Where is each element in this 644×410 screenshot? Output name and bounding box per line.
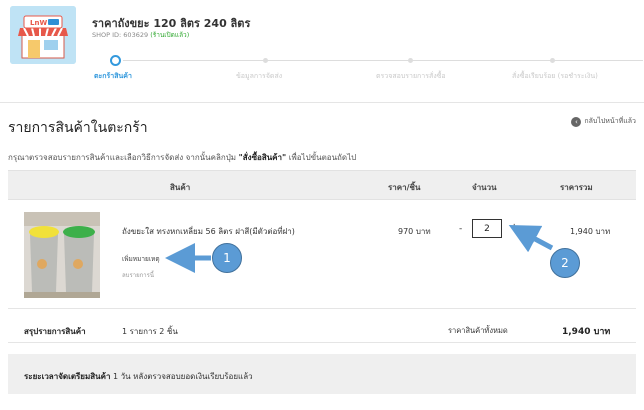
- checkout-stepper: ตะกร้าสินค้า ข้อมูลการจัดส่ง ตรวจสอบรายก…: [0, 52, 644, 86]
- unit-price: 970 บาท: [398, 227, 431, 236]
- back-link[interactable]: ‹ กลับไปหน้าที่แล้ว: [571, 116, 636, 127]
- chevron-left-icon: ‹: [571, 116, 582, 127]
- quantity-increase-button[interactable]: +: [510, 222, 518, 233]
- summary-total-label: ราคาสินค้าทั้งหมด: [448, 326, 508, 335]
- annotation-arrow-2: [508, 224, 554, 253]
- summary-total: 1,940 บาท: [562, 327, 611, 337]
- preparation-time-text: ระยะเวลาจัดเตรียมสินค้า 1 วัน หลังตรวจสอ…: [24, 370, 253, 383]
- step-3-label: ตรวจสอบรายการสั่งซื้อ: [376, 72, 446, 80]
- row-divider: [8, 308, 636, 309]
- step-2-indicator: [263, 58, 268, 63]
- instruction-bold: "สั่งซื้อสินค้า": [238, 153, 287, 162]
- line-total: 1,940 บาท: [570, 227, 611, 236]
- summary-count: 1 รายการ 2 ชิ้น: [122, 327, 178, 336]
- delete-item-link[interactable]: ลบรายการนี้: [122, 270, 154, 280]
- column-header-product: สินค้า: [170, 183, 191, 192]
- summary-label: สรุปรายการสินค้า: [24, 327, 86, 336]
- step-4-indicator: [550, 58, 555, 63]
- step-3-indicator: [408, 58, 413, 63]
- shop-id-text: SHOP ID: 603629: [92, 31, 149, 39]
- trash-bins-photo: [24, 212, 100, 298]
- header-divider: [0, 102, 644, 103]
- column-header-quantity: จำนวน: [472, 183, 497, 192]
- cart-table-header: สินค้า ราคา/ชิ้น จำนวน ราคารวม: [8, 170, 636, 200]
- step-4-label: สั่งซื้อเรียบร้อย (รอชำระเงิน): [512, 72, 598, 80]
- instruction-post: เพื่อไปขั้นตอนถัดไป: [286, 153, 357, 162]
- page-title: รายการสินค้าในตะกร้า: [8, 120, 148, 136]
- shop-id: SHOP ID: 603629 (ร้านเปิดแล้ว): [92, 30, 189, 40]
- column-header-total: ราคารวม: [560, 183, 593, 192]
- quantity-decrease-button[interactable]: -: [459, 224, 462, 234]
- annotation-callout-2: 2: [550, 248, 580, 278]
- step-1-indicator: [110, 55, 121, 66]
- stepper-line: [123, 60, 643, 61]
- step-1-label: ตะกร้าสินค้า: [94, 72, 132, 80]
- shop-status-badge: (ร้านเปิดแล้ว): [150, 31, 190, 39]
- add-note-link[interactable]: เพิ่มหมายเหตุ: [122, 254, 160, 264]
- summary-divider: [8, 342, 636, 343]
- preparation-time-label: ระยะเวลาจัดเตรียมสินค้า: [24, 372, 111, 381]
- preparation-time-box: ระยะเวลาจัดเตรียมสินค้า 1 วัน หลังตรวจสอ…: [8, 354, 636, 394]
- back-link-label: กลับไปหน้าที่แล้ว: [584, 117, 636, 125]
- instruction-pre: กรุณาตรวจสอบรายการสินค้าและเลือกวิธีการจ…: [8, 153, 239, 162]
- column-header-unit-price: ราคา/ชิ้น: [388, 183, 421, 192]
- product-image[interactable]: [24, 212, 100, 298]
- step-2-label: ข้อมูลการจัดส่ง: [236, 72, 283, 80]
- quantity-input[interactable]: [472, 219, 502, 238]
- product-name[interactable]: ถังขยะใส ทรงหกเหลี่ยม 56 ลิตร ฝาสี(มีตัว…: [122, 225, 295, 238]
- instruction-text: กรุณาตรวจสอบรายการสินค้าและเลือกวิธีการจ…: [8, 151, 356, 164]
- preparation-time-value: 1 วัน หลังตรวจสอบยอดเงินเรียบร้อยแล้ว: [110, 372, 253, 381]
- shop-logo-text: LnW: [30, 19, 47, 27]
- annotation-callout-1: 1: [212, 243, 242, 273]
